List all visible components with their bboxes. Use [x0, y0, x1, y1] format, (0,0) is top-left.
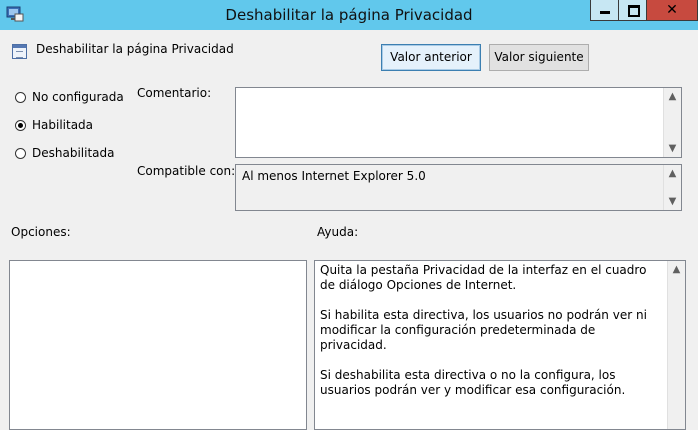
options-label: Opciones:	[11, 225, 71, 239]
next-setting-button[interactable]: Valor siguiente	[489, 44, 589, 71]
options-panel	[9, 260, 307, 430]
minimize-icon	[600, 11, 610, 14]
radio-label: Habilitada	[32, 118, 94, 132]
compat-value: Al menos Internet Explorer 5.0	[242, 169, 426, 183]
scroll-down-icon[interactable]: ▼	[664, 193, 681, 210]
comment-label: Comentario:	[137, 86, 212, 100]
scroll-up-icon[interactable]: ▲	[668, 261, 685, 278]
title-bar[interactable]: Deshabilitar la página Privacidad ✕	[0, 0, 698, 30]
help-scrollbar[interactable]: ▲	[667, 261, 685, 429]
radio-circle-checked[interactable]	[15, 120, 26, 131]
radio-label: No configurada	[32, 90, 124, 104]
compat-label: Compatible con:	[137, 164, 236, 178]
help-text: Quita la pestaña Privacidad de la interf…	[320, 263, 663, 413]
comment-textarea[interactable]: ▲ ▼	[235, 87, 682, 158]
radio-circle[interactable]	[15, 92, 26, 103]
help-paragraph: Quita la pestaña Privacidad de la interf…	[320, 263, 647, 292]
policy-name: Deshabilitar la página Privacidad	[36, 42, 234, 56]
help-paragraph: Si habilita esta directiva, los usuarios…	[320, 308, 647, 352]
scroll-up-icon[interactable]: ▲	[664, 88, 681, 105]
policy-setting-icon	[12, 44, 27, 59]
previous-setting-button[interactable]: Valor anterior	[381, 44, 481, 71]
help-label: Ayuda:	[317, 225, 359, 239]
close-icon: ✕	[666, 2, 678, 18]
radio-circle[interactable]	[15, 148, 26, 159]
radio-label: Deshabilitada	[32, 146, 115, 160]
scroll-up-icon[interactable]: ▲	[664, 165, 681, 182]
help-paragraph: Si deshabilita esta directiva o no la co…	[320, 368, 626, 397]
close-button[interactable]: ✕	[646, 0, 698, 21]
scroll-down-icon[interactable]: ▼	[664, 140, 681, 157]
comment-scrollbar[interactable]: ▲ ▼	[663, 88, 681, 157]
compat-scrollbar[interactable]: ▲ ▼	[663, 165, 681, 210]
compat-field: Al menos Internet Explorer 5.0 ▲ ▼	[235, 164, 682, 211]
help-panel: Quita la pestaña Privacidad de la interf…	[314, 260, 686, 430]
minimize-button[interactable]	[590, 0, 619, 21]
maximize-button[interactable]	[618, 0, 647, 21]
maximize-icon	[628, 5, 640, 17]
